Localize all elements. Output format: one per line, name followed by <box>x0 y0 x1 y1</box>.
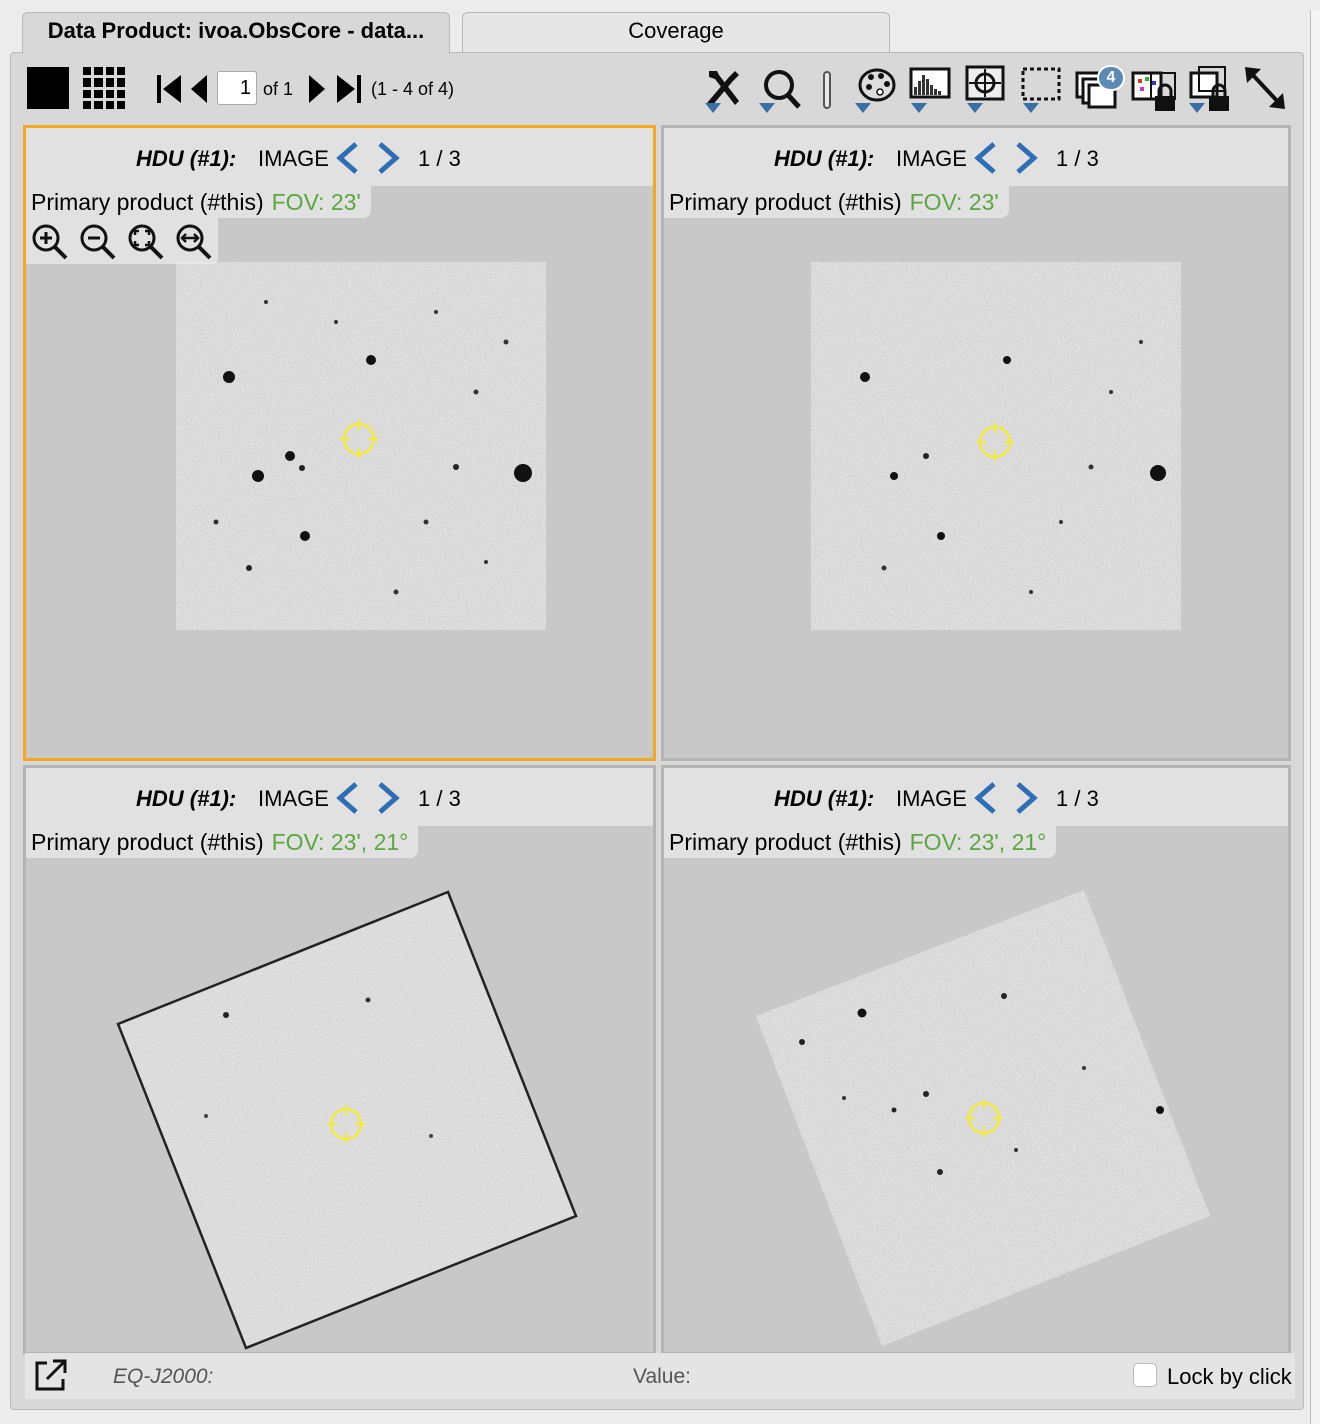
next-hdu-icon[interactable] <box>374 140 404 176</box>
image-tile-2[interactable]: HDU (#1): IMAGE 1 / 3 Primary product (#… <box>661 125 1291 761</box>
image-tile-4[interactable]: HDU (#1): IMAGE 1 / 3 Primary product (#… <box>661 765 1291 1355</box>
hdu-count: 1 / 3 <box>1056 146 1099 171</box>
page-total: of 1 <box>263 79 294 99</box>
image-tile-3[interactable]: HDU (#1): IMAGE 1 / 3 Primary product (#… <box>23 765 656 1355</box>
lock-settings-icon[interactable] <box>1185 63 1233 115</box>
zoom-out-icon[interactable] <box>78 222 118 262</box>
star-field-image[interactable] <box>176 262 546 630</box>
prev-page-icon[interactable] <box>189 73 209 105</box>
next-page-icon[interactable] <box>307 73 327 105</box>
coordinate-label: EQ-J2000: <box>113 1365 214 1388</box>
tab-coverage[interactable]: Coverage <box>462 12 890 52</box>
next-hdu-icon[interactable] <box>1012 140 1042 176</box>
rotated-image[interactable] <box>26 768 656 1355</box>
status-bar: EQ-J2000: Value: Lock by click <box>25 1353 1295 1399</box>
tile-header: HDU (#1): IMAGE 1 / 3 <box>26 128 653 186</box>
rotated-image[interactable] <box>664 768 1291 1355</box>
toolbar: 1 of 1 (1 - 4 of 4) 4 <box>11 53 1303 123</box>
zoom-search-icon[interactable] <box>753 63 801 115</box>
center-target-icon[interactable] <box>961 63 1009 115</box>
fov-label: FOV: 23' <box>271 189 361 215</box>
layer-count-badge: 4 <box>1097 65 1125 91</box>
product-label: Primary product (#this) <box>669 189 902 215</box>
zoom-in-icon[interactable] <box>30 222 70 262</box>
product-info: Primary product (#this) FOV: 23' <box>664 186 1009 218</box>
hdu-label: HDU (#1): <box>136 146 237 171</box>
lock-by-click-checkbox[interactable] <box>1133 1363 1157 1387</box>
zoom-fill-icon[interactable] <box>174 222 214 262</box>
hdu-type: IMAGE <box>258 146 329 171</box>
select-area-icon[interactable] <box>1017 63 1065 115</box>
page-range: (1 - 4 of 4) <box>371 79 455 99</box>
stretch-histogram-icon[interactable] <box>905 63 953 115</box>
last-page-icon[interactable] <box>335 73 363 105</box>
product-label: Primary product (#this) <box>31 189 264 215</box>
color-palette-icon[interactable] <box>849 63 897 115</box>
pixel-value-label: Value: <box>633 1365 691 1388</box>
hdu-count: 1 / 3 <box>418 146 461 171</box>
hdu-type: IMAGE <box>896 146 967 171</box>
toolbar-separator <box>823 71 831 109</box>
view-grid-icon[interactable] <box>83 67 125 109</box>
page-number-input[interactable]: 1 <box>217 71 257 105</box>
lock-by-click-label: Lock by click <box>1167 1364 1292 1389</box>
first-page-icon[interactable] <box>155 73 183 105</box>
product-info: Primary product (#this) FOV: 23' <box>26 186 371 218</box>
tools-icon[interactable] <box>699 63 747 115</box>
tab-data-product[interactable]: Data Product: ivoa.ObsCore - data... <box>22 12 450 54</box>
external-link-icon[interactable] <box>33 1357 69 1393</box>
image-viewer-panel: 1 of 1 (1 - 4 of 4) 4 HDU (#1): IMAGE 1 … <box>10 52 1304 1410</box>
expand-icon[interactable] <box>1241 63 1289 115</box>
prev-hdu-icon[interactable] <box>332 140 362 176</box>
zoom-toolbar <box>26 218 218 264</box>
view-single-icon[interactable] <box>27 67 69 109</box>
tile-header: HDU (#1): IMAGE 1 / 3 <box>664 128 1288 186</box>
hdu-label: HDU (#1): <box>774 146 875 171</box>
right-panel-edge <box>1310 10 1320 1424</box>
zoom-fit-icon[interactable] <box>126 222 166 262</box>
tab-bar: Data Product: ivoa.ObsCore - data... Cov… <box>0 0 1320 54</box>
prev-hdu-icon[interactable] <box>970 140 1000 176</box>
locked-lock-icon[interactable] <box>1129 63 1177 115</box>
image-tile-1[interactable]: HDU (#1): IMAGE 1 / 3 Primary product (#… <box>23 125 656 761</box>
fov-label: FOV: 23' <box>909 189 999 215</box>
star-field-image[interactable] <box>811 262 1181 630</box>
